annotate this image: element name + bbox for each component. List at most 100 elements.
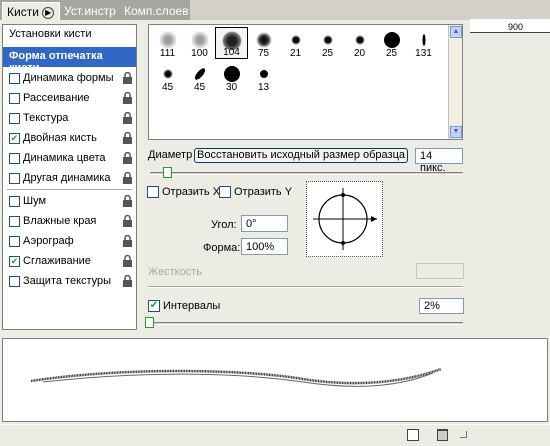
settings-separator (7, 189, 132, 191)
brush-setting-item[interactable]: Аэрограф (3, 232, 136, 252)
brush-tip-icon (192, 66, 207, 82)
spacing-slider[interactable] (150, 322, 463, 325)
brush-tip-thumb[interactable]: 45 (151, 61, 184, 93)
tab-brushes-label: Кисти (7, 5, 39, 19)
brush-setting-checkbox[interactable] (9, 216, 20, 227)
lock-icon[interactable] (122, 254, 133, 268)
lock-icon[interactable] (122, 171, 133, 185)
resize-grip-icon[interactable] (460, 431, 467, 438)
angle-field[interactable]: 0° (241, 215, 288, 232)
brush-tip-thumb[interactable]: 75 (247, 27, 280, 59)
stroke-preview-graphic (30, 367, 442, 387)
spacing-slider-thumb[interactable] (145, 317, 154, 328)
brush-tip-icon (255, 32, 272, 48)
brush-tip-thumb[interactable]: 20 (343, 27, 376, 59)
lock-icon[interactable] (122, 274, 133, 288)
brush-setting-item[interactable]: Рассеивание (3, 89, 136, 109)
brush-size-label: 100 (191, 48, 208, 59)
brush-setting-checkbox[interactable] (9, 153, 20, 164)
roundness-field[interactable]: 100% (241, 238, 288, 255)
flip-x-checkbox[interactable] (147, 186, 159, 198)
brush-setting-item[interactable]: Шум (3, 192, 136, 212)
brush-size-label: 21 (289, 48, 302, 59)
brush-setting-item[interactable]: Влажные края (3, 212, 136, 232)
brush-tip-thumb[interactable]: 100 (183, 27, 216, 59)
brush-tip-icon (259, 70, 268, 78)
diameter-slider-thumb[interactable] (163, 167, 172, 178)
brush-tip-thumb[interactable]: 13 (247, 61, 280, 93)
brush-setting-checkbox[interactable] (9, 236, 20, 247)
hardness-field (416, 263, 464, 279)
brush-tip-icon (190, 31, 209, 49)
lock-icon[interactable] (122, 91, 133, 105)
brush-tip-thumb[interactable]: 30 (215, 61, 248, 93)
angle-label: Угол: (211, 219, 237, 231)
angle-roundness-widget[interactable] (306, 181, 383, 257)
brush-size-label: 104 (223, 47, 240, 58)
brush-setting-checkbox[interactable] (9, 196, 20, 207)
brush-presets-item[interactable]: Установки кисти (3, 25, 136, 45)
panel-menu-icon[interactable]: ▶ (42, 6, 55, 19)
flip-y-label: Отразить Y (234, 186, 293, 198)
spacing-checkbox[interactable]: ✔ (148, 300, 160, 312)
brush-settings-list: Установки кисти Форма отпечатка кисти Ди… (2, 24, 137, 330)
scroll-down-icon[interactable]: ▼ (450, 126, 462, 138)
new-preset-icon[interactable] (407, 429, 419, 441)
brush-setting-item[interactable]: ✔ Двойная кисть (3, 129, 136, 149)
brush-tip-thumb[interactable]: 111 (151, 27, 184, 59)
brush-tip-thumb[interactable]: 21 (279, 27, 312, 59)
brush-setting-item[interactable]: Другая динамика (3, 169, 136, 189)
brush-setting-item[interactable]: Динамика формы (3, 69, 136, 89)
lock-icon[interactable] (122, 111, 133, 125)
brush-setting-checkbox[interactable] (9, 276, 20, 287)
brush-tip-shape-item[interactable]: Форма отпечатка кисти (3, 47, 136, 74)
reset-sample-size-button[interactable]: Восстановить исходный размер образца (194, 148, 408, 163)
brush-setting-item[interactable]: ✔ Сглаживание (3, 252, 136, 272)
brush-tip-thumb[interactable]: 25 (375, 27, 408, 59)
brush-tip-icon (323, 35, 332, 45)
lock-icon[interactable] (122, 214, 133, 228)
diameter-slider[interactable] (150, 172, 463, 175)
brush-tip-thumb[interactable]: 131 (407, 27, 440, 59)
lock-icon[interactable] (122, 131, 133, 145)
diameter-field[interactable]: 14 пикс. (415, 148, 463, 174)
diameter-label: Диаметр (148, 149, 193, 161)
brush-setting-checkbox[interactable]: ✔ (9, 256, 20, 267)
hardness-label: Жесткость (148, 266, 203, 278)
spacing-field[interactable]: 2% (419, 298, 464, 314)
brush-size-label: 30 (225, 82, 238, 93)
brush-setting-label: Динамика цвета (23, 152, 106, 164)
brush-size-label: 25 (385, 48, 398, 59)
brush-tip-thumb[interactable]: 25 (311, 27, 344, 59)
brush-setting-checkbox[interactable] (9, 73, 20, 84)
flip-x-label: Отразить X (162, 186, 221, 198)
lock-icon[interactable] (122, 151, 133, 165)
brush-tip-thumb[interactable]: 45 (183, 61, 216, 93)
tab-layer-comps[interactable]: Комп.слоев (120, 2, 193, 20)
grid-scrollbar[interactable]: ▲ ▼ (448, 25, 462, 139)
lock-icon[interactable] (122, 71, 133, 85)
lock-icon[interactable] (122, 194, 133, 208)
brush-setting-item[interactable]: Текстура (3, 109, 136, 129)
scroll-up-icon[interactable]: ▲ (450, 26, 462, 38)
brush-setting-label: Текстура (23, 112, 69, 124)
trash-icon[interactable] (437, 429, 448, 441)
brush-tip-icon (355, 35, 364, 45)
lock-icon[interactable] (122, 234, 133, 248)
brush-setting-checkbox[interactable]: ✔ (9, 133, 20, 144)
brush-setting-checkbox[interactable] (9, 93, 20, 104)
brush-setting-checkbox[interactable] (9, 173, 20, 184)
brush-setting-label: Защита текстуры (23, 275, 112, 287)
brush-setting-label: Сглаживание (23, 255, 91, 267)
brush-setting-item[interactable]: Защита текстуры (3, 272, 136, 292)
tab-brushes[interactable]: Кисти ▶ (2, 2, 60, 20)
brush-size-label: 131 (415, 48, 432, 59)
tab-tool-presets[interactable]: Уст.инстр (60, 2, 120, 20)
brush-setting-item[interactable]: Динамика цвета (3, 149, 136, 169)
flip-y-checkbox[interactable] (219, 186, 231, 198)
brush-setting-checkbox[interactable] (9, 113, 20, 124)
brush-size-label: 75 (257, 48, 270, 59)
brush-tip-thumb[interactable]: 104 (215, 27, 248, 59)
brush-setting-label: Двойная кисть (23, 132, 97, 144)
brush-tip-icon (158, 31, 177, 49)
